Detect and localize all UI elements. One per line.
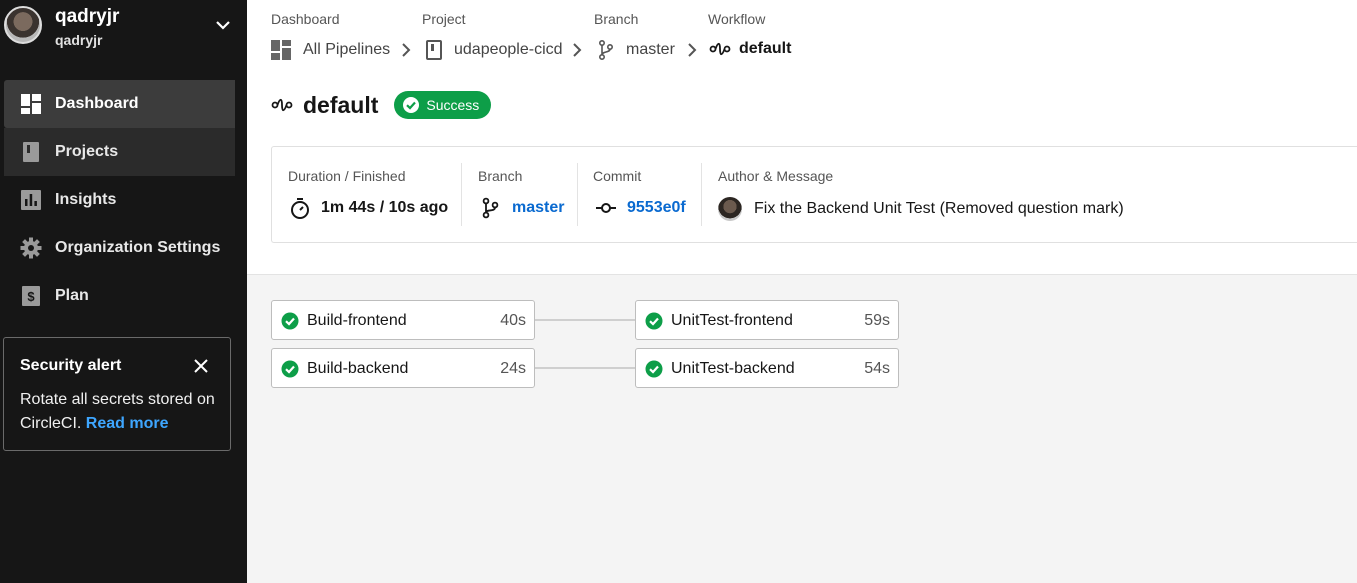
commit-icon [596, 203, 616, 213]
sidebar-item-label: Insights [55, 191, 117, 208]
chevron-right-icon [573, 43, 582, 57]
commit-value: 9553e0f [595, 197, 686, 219]
close-icon[interactable] [193, 358, 209, 374]
check-circle-icon [403, 97, 420, 113]
job-card[interactable]: UnitTest-frontend 59s [635, 300, 899, 340]
user-org: qadryjr [55, 32, 103, 48]
crumb-value: default [739, 40, 792, 57]
page-title: default [303, 91, 379, 118]
job-duration: 24s [500, 360, 526, 377]
job-name: Build-backend [307, 360, 409, 377]
book-icon [23, 142, 39, 162]
read-more-link[interactable]: Read more [86, 415, 169, 432]
dashboard-icon [21, 94, 41, 114]
author-label: Author & Message [718, 168, 834, 184]
crumb-all-pipelines[interactable]: All Pipelines [271, 40, 390, 60]
crumb-value: master [626, 41, 675, 58]
sidebar-item-dashboard[interactable]: Dashboard [4, 80, 235, 128]
chevron-right-icon [402, 43, 411, 57]
check-circle-icon [281, 360, 299, 378]
duration-label: Duration / Finished [288, 168, 406, 184]
job-connector [535, 367, 635, 369]
job-name: UnitTest-backend [671, 360, 795, 377]
svg-text:$: $ [27, 289, 35, 304]
crumb-label-workflow: Workflow [708, 11, 766, 27]
commit-message: Fix the Backend Unit Test (Removed quest… [754, 200, 1124, 217]
git-branch-icon [599, 40, 614, 60]
status-badge: Success [394, 91, 492, 119]
crumb-value: udapeople-cicd [454, 41, 563, 58]
alert-body: Rotate all secrets stored on CircleCI. R… [20, 388, 220, 436]
sidebar-nav: Dashboard Projects Insights Organization… [0, 80, 247, 320]
stopwatch-icon [291, 198, 309, 219]
dollar-icon: $ [22, 286, 40, 306]
security-alert: Security alert Rotate all secrets stored… [3, 337, 231, 451]
chevron-down-icon[interactable] [214, 16, 232, 34]
crumb-value: All Pipelines [303, 41, 391, 58]
sidebar-item-label: Dashboard [55, 95, 139, 112]
chevron-right-icon [688, 43, 697, 57]
job-duration: 54s [864, 360, 890, 377]
job-name: Build-frontend [307, 312, 407, 329]
commit-link[interactable]: 9553e0f [627, 199, 686, 217]
branch-value: master [480, 197, 564, 219]
main-header: Dashboard All Pipelines Project udapeopl… [247, 0, 1357, 275]
crumb-label-project: Project [422, 11, 466, 27]
avatar[interactable] [4, 6, 42, 44]
job-card[interactable]: Build-backend 24s [271, 348, 535, 388]
workflow-icon [709, 42, 731, 56]
sidebar-item-plan[interactable]: $ Plan [4, 272, 235, 320]
crumb-label-dashboard: Dashboard [271, 11, 340, 27]
crumb-branch[interactable]: master [598, 40, 675, 60]
sidebar-item-insights[interactable]: Insights [4, 176, 235, 224]
job-card[interactable]: UnitTest-backend 54s [635, 348, 899, 388]
job-card[interactable]: Build-frontend 40s [271, 300, 535, 340]
crumb-workflow[interactable]: default [709, 40, 791, 58]
check-circle-icon [281, 312, 299, 330]
check-circle-icon [645, 312, 663, 330]
status-text: Success [426, 97, 480, 113]
book-icon [426, 40, 442, 60]
commit-label: Commit [593, 168, 642, 184]
branch-link[interactable]: master [512, 199, 564, 217]
sidebar: qadryjr qadryjr Dashboard Projects Insig… [0, 0, 247, 583]
duration-text: 1m 44s / 10s ago [321, 199, 449, 216]
user-menu[interactable]: qadryjr qadryjr [0, 0, 247, 62]
branch-label: Branch [478, 168, 523, 184]
author-avatar [718, 197, 742, 221]
workflow-info-panel: Duration / Finished 1m 44s / 10s ago Bra… [271, 146, 1357, 243]
sidebar-item-projects[interactable]: Projects [4, 128, 235, 176]
alert-title: Security alert [20, 357, 122, 374]
job-duration: 59s [864, 312, 890, 329]
job-name: UnitTest-frontend [671, 312, 793, 329]
crumb-label-branch: Branch [594, 11, 639, 27]
git-branch-icon [482, 197, 499, 219]
job-duration: 40s [500, 312, 526, 329]
user-name: qadryjr [55, 6, 120, 27]
crumb-project[interactable]: udapeople-cicd [426, 40, 563, 60]
gear-icon [20, 237, 42, 259]
author-value: Fix the Backend Unit Test (Removed quest… [718, 197, 1124, 221]
sidebar-item-label: Plan [55, 287, 89, 304]
check-circle-icon [645, 360, 663, 378]
dashboard-icon [271, 40, 291, 60]
bar-chart-icon [21, 190, 41, 210]
job-connector [535, 319, 635, 321]
sidebar-item-label: Organization Settings [55, 239, 221, 256]
workflow-title-row: default Success [271, 90, 492, 120]
sidebar-item-label: Projects [55, 143, 119, 160]
sidebar-item-organization-settings[interactable]: Organization Settings [4, 224, 235, 272]
duration-value: 1m 44s / 10s ago [289, 197, 448, 219]
workflow-icon [271, 98, 293, 112]
